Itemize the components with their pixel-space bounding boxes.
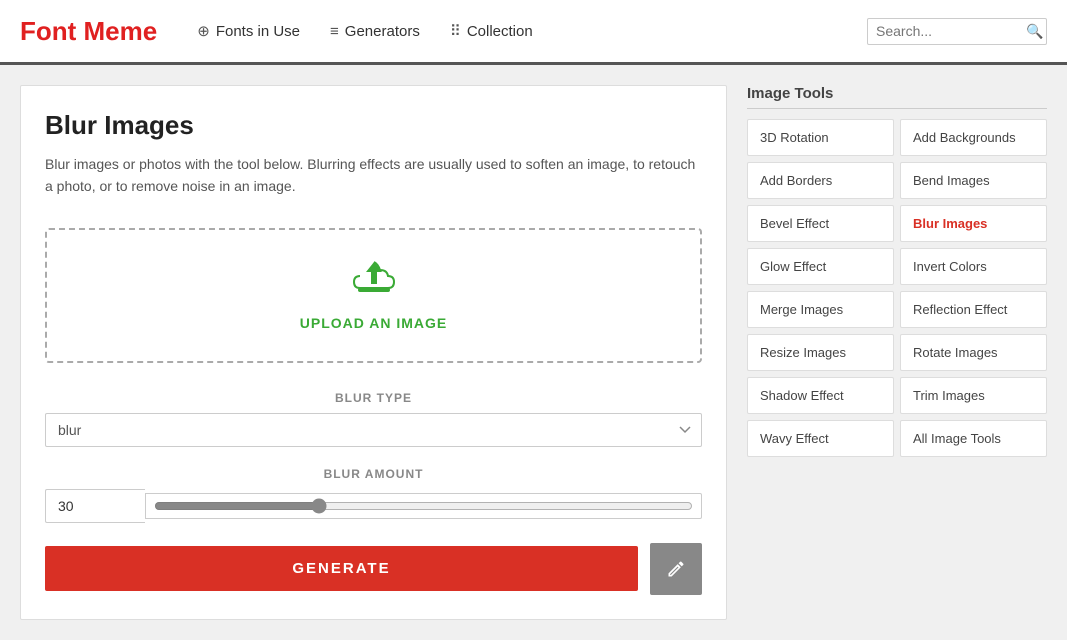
tool-item-3d-rotation[interactable]: 3D Rotation bbox=[747, 119, 894, 156]
nav-collection-label: Collection bbox=[467, 23, 533, 40]
blur-slider-container bbox=[145, 493, 702, 519]
right-panel: Image Tools 3D RotationAdd BackgroundsAd… bbox=[747, 85, 1047, 620]
blur-amount-label: BLUR AMOUNT bbox=[45, 467, 702, 481]
upload-icon bbox=[67, 260, 680, 307]
main-layout: Blur Images Blur images or photos with t… bbox=[0, 65, 1067, 640]
tool-item-shadow-effect[interactable]: Shadow Effect bbox=[747, 377, 894, 414]
tool-item-add-backgrounds[interactable]: Add Backgrounds bbox=[900, 119, 1047, 156]
tool-item-blur-images[interactable]: Blur Images bbox=[900, 205, 1047, 242]
tool-item-glow-effect[interactable]: Glow Effect bbox=[747, 248, 894, 285]
nav-collection[interactable]: ⠿ Collection bbox=[450, 22, 533, 40]
blur-type-group: BLUR TYPE blur gaussian motion bbox=[45, 391, 702, 447]
tool-item-bevel-effect[interactable]: Bevel Effect bbox=[747, 205, 894, 242]
tool-item-add-borders[interactable]: Add Borders bbox=[747, 162, 894, 199]
collection-icon: ⠿ bbox=[450, 22, 461, 40]
header: Font Meme ⊕ Fonts in Use ≡ Generators ⠿ … bbox=[0, 0, 1067, 65]
tool-item-reflection-effect[interactable]: Reflection Effect bbox=[900, 291, 1047, 328]
tool-item-trim-images[interactable]: Trim Images bbox=[900, 377, 1047, 414]
blur-amount-group: BLUR AMOUNT bbox=[45, 467, 702, 523]
blur-type-select[interactable]: blur gaussian motion bbox=[45, 413, 702, 447]
fonts-in-use-icon: ⊕ bbox=[197, 22, 210, 40]
generators-icon: ≡ bbox=[330, 23, 339, 40]
tool-item-rotate-images[interactable]: Rotate Images bbox=[900, 334, 1047, 371]
tool-item-bend-images[interactable]: Bend Images bbox=[900, 162, 1047, 199]
nav-generators-label: Generators bbox=[345, 23, 420, 40]
page-description: Blur images or photos with the tool belo… bbox=[45, 153, 702, 198]
image-tools-header: Image Tools bbox=[747, 85, 1047, 109]
left-panel: Blur Images Blur images or photos with t… bbox=[20, 85, 727, 620]
search-box: 🔍 bbox=[867, 18, 1047, 45]
generate-button[interactable]: GENERATE bbox=[45, 546, 638, 591]
tool-item-merge-images[interactable]: Merge Images bbox=[747, 291, 894, 328]
upload-area[interactable]: UPLOAD AN IMAGE bbox=[45, 228, 702, 363]
blur-amount-input[interactable] bbox=[45, 489, 145, 523]
tool-item-all-image-tools[interactable]: All Image Tools bbox=[900, 420, 1047, 457]
nav-fonts-in-use-label: Fonts in Use bbox=[216, 23, 300, 40]
upload-label: UPLOAD AN IMAGE bbox=[67, 315, 680, 331]
nav-generators[interactable]: ≡ Generators bbox=[330, 23, 420, 40]
logo[interactable]: Font Meme bbox=[20, 16, 157, 47]
blur-type-label: BLUR TYPE bbox=[45, 391, 702, 405]
blur-amount-slider[interactable] bbox=[154, 498, 693, 514]
page-title: Blur Images bbox=[45, 110, 702, 141]
search-icon[interactable]: 🔍 bbox=[1026, 23, 1043, 40]
tool-item-invert-colors[interactable]: Invert Colors bbox=[900, 248, 1047, 285]
blur-amount-row bbox=[45, 489, 702, 523]
tool-item-resize-images[interactable]: Resize Images bbox=[747, 334, 894, 371]
generate-row: GENERATE bbox=[45, 543, 702, 595]
image-tools-grid: 3D RotationAdd BackgroundsAdd BordersBen… bbox=[747, 119, 1047, 457]
edit-button[interactable] bbox=[650, 543, 702, 595]
search-input[interactable] bbox=[876, 23, 1026, 39]
main-nav: ⊕ Fonts in Use ≡ Generators ⠿ Collection bbox=[197, 22, 867, 40]
tool-item-wavy-effect[interactable]: Wavy Effect bbox=[747, 420, 894, 457]
nav-fonts-in-use[interactable]: ⊕ Fonts in Use bbox=[197, 22, 300, 40]
